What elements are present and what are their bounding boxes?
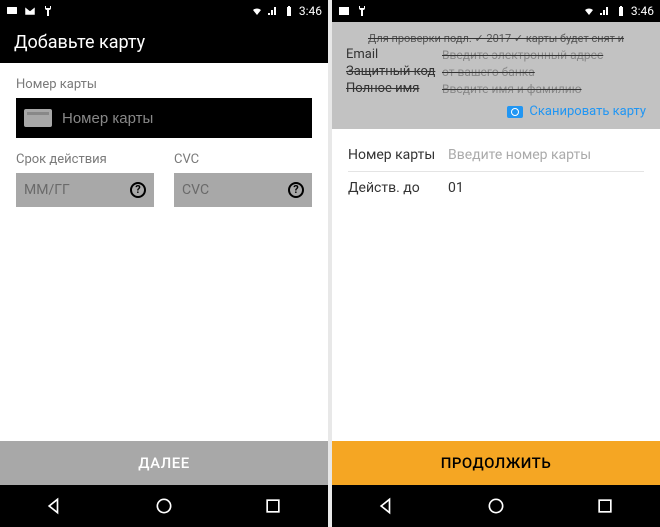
help-icon[interactable]: ? [288, 182, 304, 198]
camera-icon [507, 106, 523, 118]
phone-left: 3:46 Добавьте карту Номер карты Срок дей… [0, 0, 328, 527]
card-number-row[interactable]: Номер карты Введите номер карты [348, 139, 644, 172]
fullname-label: Полное имя [346, 81, 442, 96]
nav-recent-icon[interactable] [595, 496, 615, 516]
valid-until-value: 01 [448, 180, 644, 196]
cvc-placeholder: CVC [182, 182, 209, 198]
help-icon[interactable]: ? [130, 182, 146, 198]
content-left: Номер карты Срок действия ММ/ГГ ? CVC CV… [0, 63, 328, 441]
info-text-top: Для проверки подл. ✓ 2017 ✓ карты будет … [346, 32, 646, 45]
battery-icon [283, 5, 295, 17]
overlay-header: Для проверки подл. ✓ 2017 ✓ карты будет … [332, 22, 660, 129]
email-label: Email [346, 47, 442, 62]
valid-until-label: Действ. до [348, 180, 448, 196]
continue-button[interactable]: ПРОДОЛЖИТЬ [332, 441, 660, 485]
phone-right: 3:46 Для проверки подл. ✓ 2017 ✓ карты б… [332, 0, 660, 527]
status-bar: 3:46 [332, 0, 660, 22]
plug-icon [42, 5, 54, 17]
code-hint: от вашего банка [442, 65, 646, 79]
wifi-icon [583, 5, 595, 17]
status-time: 3:46 [299, 4, 322, 18]
card-number-label: Номер карты [348, 147, 448, 163]
nav-home-icon[interactable] [154, 496, 174, 516]
app-bar-title: Добавьте карту [0, 22, 328, 63]
card-number-placeholder: Введите номер карты [448, 147, 644, 163]
nav-home-icon[interactable] [486, 496, 506, 516]
nav-recent-icon[interactable] [263, 496, 283, 516]
code-label: Защитный код [346, 64, 442, 79]
cvc-input[interactable]: CVC ? [174, 173, 312, 207]
email-hint: Введите электронный адрес [442, 48, 646, 62]
valid-until-row[interactable]: Действ. до 01 [348, 172, 644, 204]
content-right: Номер карты Введите номер карты Действ. … [332, 129, 660, 214]
signal-icon [599, 5, 611, 17]
nav-back-icon[interactable] [45, 496, 65, 516]
card-number-input[interactable] [62, 110, 304, 127]
scan-card-label: Сканировать карту [529, 104, 646, 119]
mail-icon [24, 5, 36, 17]
status-bar: 3:46 [0, 0, 328, 22]
expiry-placeholder: ММ/ГГ [24, 182, 70, 198]
status-time: 3:46 [631, 4, 654, 18]
next-button[interactable]: ДАЛЕЕ [0, 441, 328, 485]
card-icon [24, 109, 52, 127]
signal-icon [267, 5, 279, 17]
fullname-hint: Введите имя и фамилию [442, 82, 646, 96]
scan-card-button[interactable]: Сканировать карту [346, 104, 646, 119]
plug-icon [356, 5, 368, 17]
expiry-label: Срок действия [16, 152, 154, 167]
msg-icon [6, 5, 18, 17]
expiry-input[interactable]: ММ/ГГ ? [16, 173, 154, 207]
wifi-icon [251, 5, 263, 17]
mail-icon [338, 5, 350, 17]
nav-bar [0, 485, 328, 527]
battery-icon [615, 5, 627, 17]
card-number-field[interactable] [16, 98, 312, 138]
card-number-label: Номер карты [16, 77, 312, 92]
nav-back-icon[interactable] [377, 496, 397, 516]
nav-bar [332, 485, 660, 527]
cvc-label: CVC [174, 152, 312, 167]
